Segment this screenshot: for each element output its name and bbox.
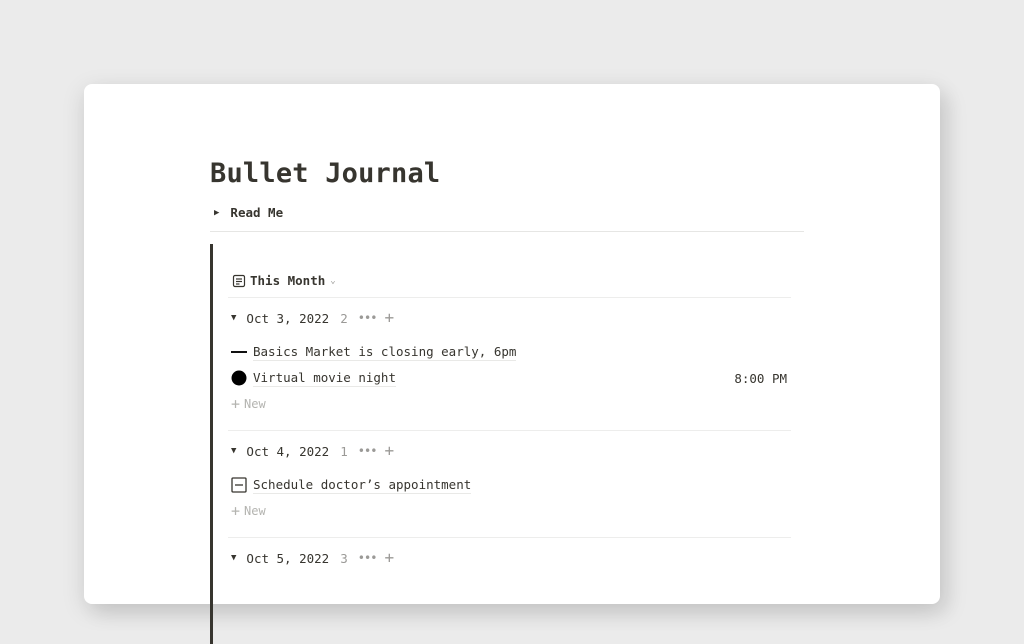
notion-page-window: Bullet Journal ▶ Read Me This Month ⌄ ▼ bbox=[84, 84, 940, 644]
view-divider bbox=[228, 297, 791, 298]
new-item-button[interactable]: + New bbox=[231, 394, 266, 414]
add-item-icon[interactable]: + bbox=[384, 550, 394, 566]
plus-icon: + bbox=[231, 501, 241, 520]
triangle-right-icon[interactable]: ▶ bbox=[214, 208, 219, 218]
group-date: Oct 4, 2022 bbox=[246, 443, 330, 459]
triangle-down-icon[interactable]: ▼ bbox=[231, 446, 236, 456]
more-options-icon[interactable]: ••• bbox=[358, 311, 378, 325]
list-item[interactable]: Schedule doctor’s appointment bbox=[231, 475, 791, 495]
item-text: Basics Market is closing early, 6pm bbox=[253, 344, 517, 361]
boxed-dash-icon bbox=[231, 477, 247, 493]
group-header-oct-4: ▼ Oct 4, 2022 1 ••• + bbox=[231, 441, 394, 461]
group-count: 1 bbox=[340, 443, 348, 459]
new-label: New bbox=[244, 504, 266, 518]
new-label: New bbox=[244, 397, 266, 411]
group-date: Oct 3, 2022 bbox=[246, 310, 330, 326]
chevron-down-icon[interactable]: ⌄ bbox=[330, 276, 335, 286]
plus-icon: + bbox=[231, 394, 241, 413]
list-view-icon bbox=[232, 274, 246, 287]
group-count: 2 bbox=[340, 310, 348, 326]
dash-icon bbox=[231, 344, 247, 360]
group-header-oct-3: ▼ Oct 3, 2022 2 ••• + bbox=[231, 308, 394, 328]
item-text: Schedule doctor’s appointment bbox=[253, 477, 472, 494]
add-item-icon[interactable]: + bbox=[384, 443, 394, 459]
read-me-label: Read Me bbox=[230, 205, 284, 220]
more-options-icon[interactable]: ••• bbox=[358, 444, 378, 458]
list-item[interactable]: Basics Market is closing early, 6pm bbox=[231, 342, 791, 362]
filled-circle-icon bbox=[231, 370, 247, 386]
triangle-down-icon[interactable]: ▼ bbox=[231, 313, 236, 323]
item-time: 8:00 PM bbox=[734, 370, 787, 386]
group-count: 3 bbox=[340, 550, 348, 566]
list-item[interactable]: Virtual movie night 8:00 PM bbox=[231, 368, 791, 388]
group-divider bbox=[228, 537, 791, 538]
divider bbox=[210, 231, 804, 232]
group-date: Oct 5, 2022 bbox=[246, 550, 330, 566]
group-header-oct-5: ▼ Oct 5, 2022 3 ••• + bbox=[231, 548, 394, 568]
view-label: This Month bbox=[250, 273, 326, 288]
read-me-toggle[interactable]: ▶ Read Me bbox=[214, 205, 283, 220]
add-item-icon[interactable]: + bbox=[384, 310, 394, 326]
page-title: Bullet Journal bbox=[210, 158, 441, 189]
item-text: Virtual movie night bbox=[253, 370, 396, 387]
group-divider bbox=[228, 430, 791, 431]
journal-database-block: This Month ⌄ ▼ Oct 3, 2022 2 ••• + Basic… bbox=[210, 244, 793, 644]
view-selector-this-month[interactable]: This Month ⌄ bbox=[232, 273, 336, 288]
new-item-button[interactable]: + New bbox=[231, 501, 266, 521]
triangle-down-icon[interactable]: ▼ bbox=[231, 553, 236, 563]
more-options-icon[interactable]: ••• bbox=[358, 551, 378, 565]
